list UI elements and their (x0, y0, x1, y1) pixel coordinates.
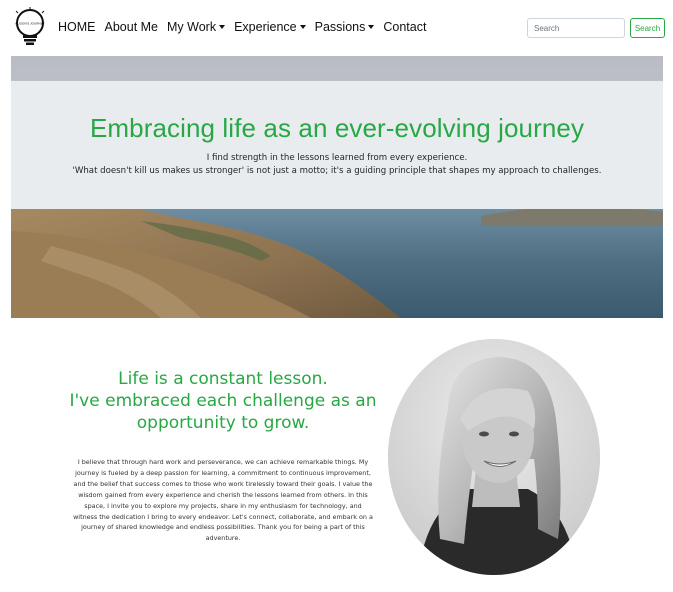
nav-contact-label: Contact (383, 20, 427, 34)
hero-lead-line1: I find strength in the lessons learned f… (206, 153, 468, 163)
about-paragraph: I believe that through hard work and per… (73, 458, 373, 543)
caret-down-icon (299, 25, 306, 29)
hero-section: Embracing life as an ever-evolving journ… (11, 56, 663, 318)
nav-my-work-dropdown[interactable]: My Work (167, 20, 226, 34)
nav-experience-dropdown[interactable]: Experience (234, 20, 306, 34)
nav-passions-label: Passions (314, 20, 366, 34)
search-button[interactable]: Search (630, 18, 665, 38)
nav-about-me[interactable]: About Me (105, 20, 159, 34)
about-heading: Life is a constant lesson. I've embraced… (60, 368, 386, 434)
navbar: ALISON'S JOURNEY HOME About Me My Work E… (0, 0, 673, 56)
nav-contact[interactable]: Contact (383, 20, 426, 34)
lightbulb-logo-icon[interactable]: ALISON'S JOURNEY (12, 7, 48, 47)
nav-about-me-label: About Me (104, 20, 159, 34)
about-heading-line2: I've embraced each challenge as an (69, 391, 377, 411)
nav-my-work-label: My Work (167, 20, 217, 34)
about-heading-line3: opportunity to grow. (136, 413, 310, 433)
profile-photo (388, 339, 600, 575)
nav-links: HOME About Me My Work Experience Passion… (58, 20, 435, 34)
search-input[interactable] (527, 18, 625, 38)
nav-passions-dropdown[interactable]: Passions (315, 20, 375, 34)
caret-down-icon (219, 25, 226, 29)
logo-text: ALISON'S JOURNEY (15, 22, 45, 26)
nav-home[interactable]: HOME (58, 20, 96, 34)
hero-lead: I find strength in the lessons learned f… (11, 152, 663, 178)
nav-experience-label: Experience (234, 20, 297, 34)
nav-home-label: HOME (58, 20, 96, 34)
portrait-image (388, 339, 600, 575)
caret-down-icon (368, 25, 375, 29)
about-heading-line1: Life is a constant lesson. (118, 369, 328, 389)
hero-lead-line2: 'What doesn't kill us makes us stronger'… (72, 166, 602, 176)
jumbotron: Embracing life as an ever-evolving journ… (11, 81, 663, 209)
hero-title: Embracing life as an ever-evolving journ… (89, 113, 585, 143)
